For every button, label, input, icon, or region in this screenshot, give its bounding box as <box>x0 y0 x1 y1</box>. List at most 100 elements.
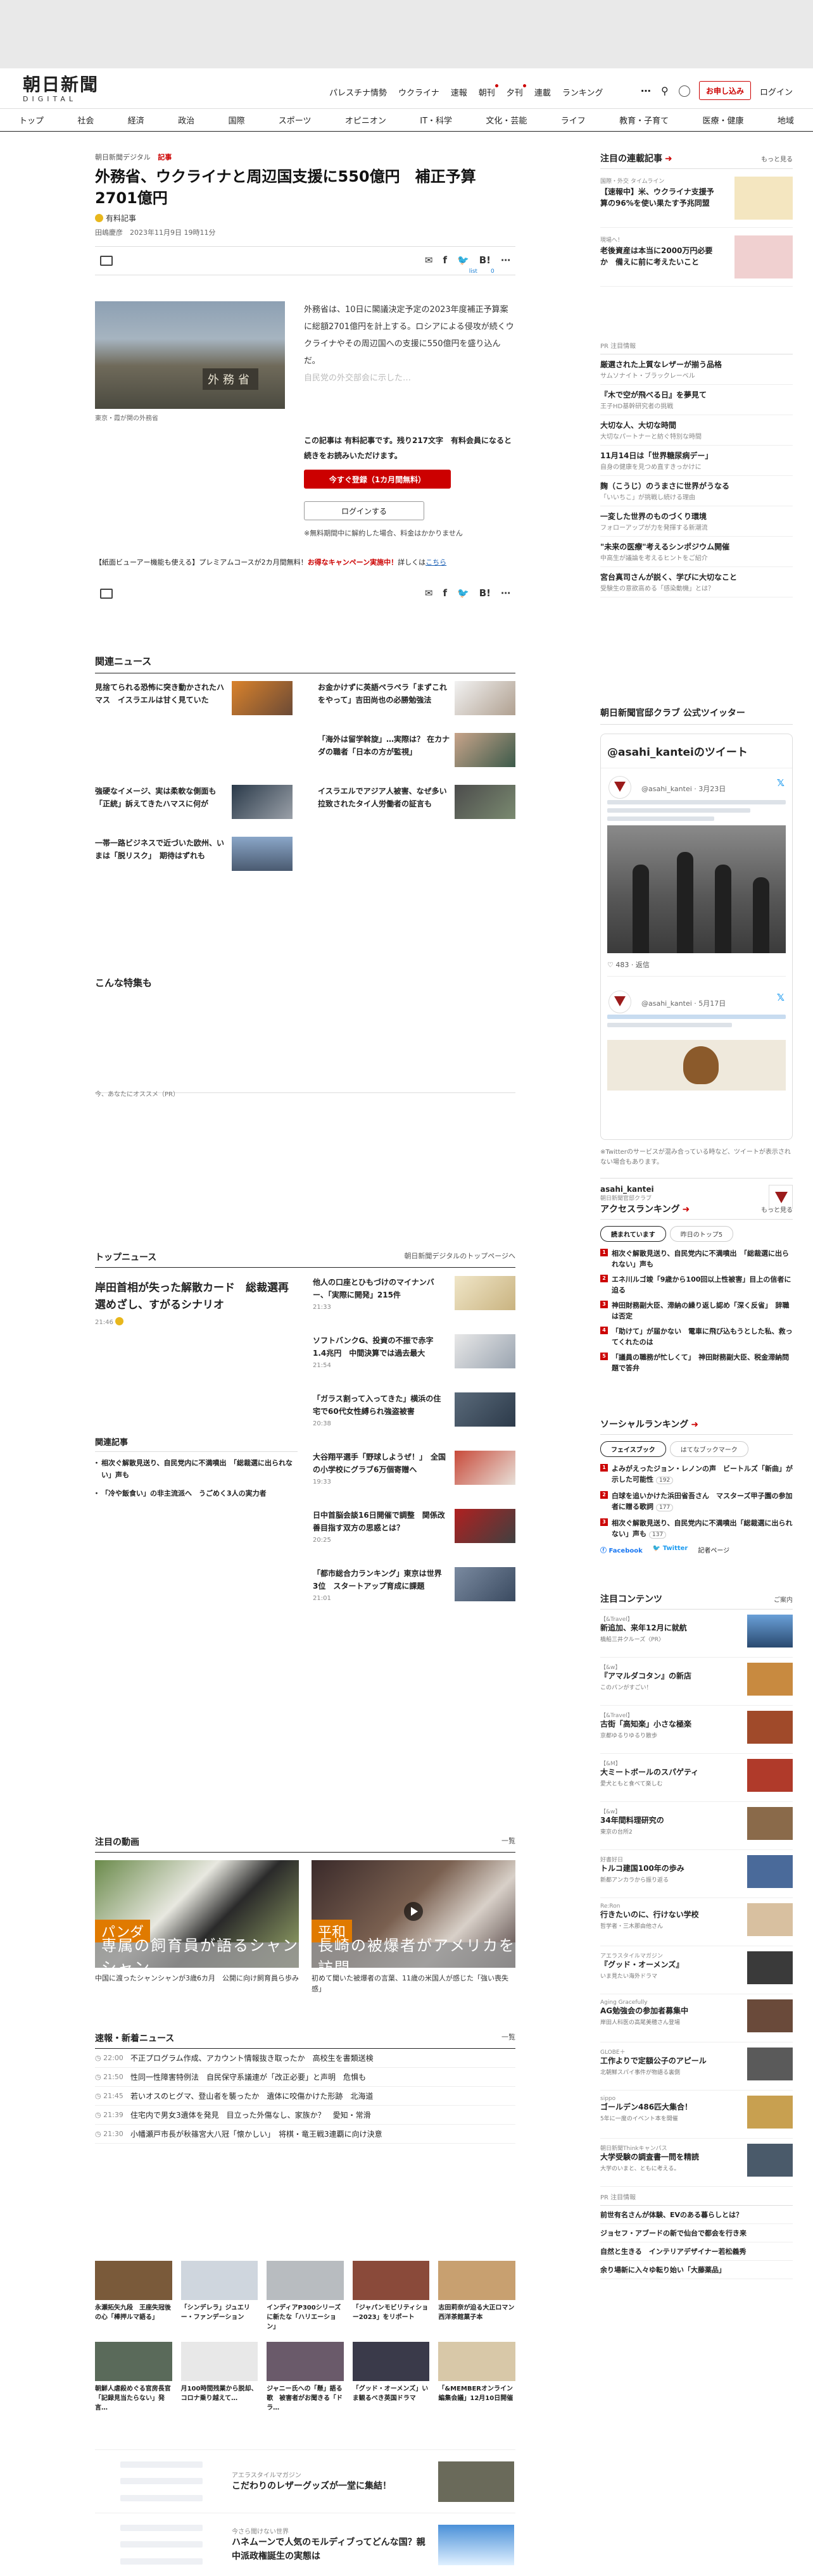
flash-item[interactable]: 22:00不正プログラム作成、アカウント情報抜き取ったか 高校生を書類送検 <box>95 2049 515 2068</box>
top-page-link[interactable]: 朝日新聞デジタルのトップページへ <box>404 1251 515 1263</box>
content-item[interactable]: 【&w】 『アマルダコタン』の新店 このパンがすごい！ <box>600 1658 793 1706</box>
article-photo[interactable]: 外務省 <box>95 301 285 409</box>
top-news-item[interactable]: ソフトバンクG、投資の不振で赤字1.4兆円 中間決算では過去最大 21:54 <box>313 1334 515 1392</box>
cat-life[interactable]: ライフ <box>561 114 586 126</box>
tweet[interactable]: @asahi_kantei · 5月17日 𝕏 <box>601 983 792 1097</box>
pr-item[interactable]: 大切な人、大切な時間 大切なパートナーと紡ぐ特別な時間 <box>600 415 793 446</box>
content-item[interactable]: Re:Ron 行きたいのに、行けない学校 哲学者・三木那由他さん <box>600 1898 793 1946</box>
mail-icon[interactable]: ✉ <box>425 254 433 266</box>
content-item[interactable]: 【&M】 大ミートボールのスパゲティ 愛犬ともと食べて楽しむ <box>600 1754 793 1802</box>
flash-item[interactable]: 21:39住宅内で男女3遺体を発見 目立った外傷なし、家族か？ 愛知・常滑 <box>95 2106 515 2125</box>
top-news-item[interactable]: 「ガラス割って入ってきた」横浜の住宅で60代女性縛られ強盗被害 20:38 <box>313 1392 515 1451</box>
promo-link[interactable]: こちら <box>425 558 446 566</box>
related-item[interactable] <box>95 733 293 785</box>
flash-item[interactable]: 21:30小幡瀬戸市長が秋篠宮大八冠「懐かしい」 将棋・竜王戦3連覇に向け決意 <box>95 2125 515 2144</box>
pr-item[interactable]: 麹（こうじ）のうまさに世界がうなる 「いいちこ」が挑戦し続ける理由 <box>600 476 793 506</box>
twitter-link[interactable]: 🐦 Twitter <box>653 1545 688 1554</box>
content-item[interactable]: GLOBE＋ 工作よりで定額公子のアピール 北朝鮮スパイ事件が物語る裏側 <box>600 2042 793 2091</box>
facebook-icon[interactable]: f <box>443 587 448 599</box>
avatar[interactable] <box>608 776 631 799</box>
pr-item[interactable]: 11月14日は「世界糖尿病デー」 自身の健康を見つめ直すきっかけに <box>600 446 793 476</box>
reporter-page-link[interactable]: 記者ページ <box>698 1545 729 1554</box>
pr-item[interactable]: 厳選された上質なレザーが揃う品格 サムソナイト・ブラックレーベル <box>600 354 793 385</box>
promo-card[interactable]: 「グッド・オーメンズ」いま観るべき英国ドラマ <box>352 2342 430 2413</box>
twitter-icon[interactable]: 🐦 list <box>457 254 477 275</box>
tweet[interactable]: @asahi_kantei · 3月23日 𝕏 ♡ 483 · 返信 <box>601 768 792 983</box>
tab-most-read[interactable]: 読まれています <box>600 1226 666 1242</box>
cat-economy[interactable]: 経済 <box>128 114 144 126</box>
cat-education[interactable]: 教育・子育て <box>619 114 669 126</box>
play-icon[interactable] <box>404 1902 423 1921</box>
heart-icon[interactable]: ♡ <box>607 961 614 969</box>
related-item[interactable]: 強硬なイメージ、実は柔軟な側面も 「正統」訴えてきたハマスに何が <box>95 785 293 837</box>
top-news-item[interactable]: 大谷翔平選手「野球しようぜ！」 全国の小学校にグラブ6万個寄贈へ 19:33 <box>313 1451 515 1509</box>
cat-politics[interactable]: 政治 <box>178 114 194 126</box>
ranking-item[interactable]: 4 「助けて」が届かない 電車に飛び込もうとした私、救ってくれたのは <box>600 1326 793 1347</box>
pr-item[interactable]: 一変した世界のものづくり環境 フォローアップが力を発揮する新潮流 <box>600 506 793 537</box>
nav-ukraine[interactable]: ウクライナ <box>398 86 439 98</box>
breadcrumb-section[interactable]: 記事 <box>158 153 172 161</box>
content-item[interactable]: アエラスタイルマガジン 『グッド・オーメンズ』 いま見たい海外ドラマ <box>600 1946 793 1994</box>
ranking-item[interactable]: 3 神田財務副大臣、滞納の繰り返し認め「深く反省」 辞職は否定 <box>600 1300 793 1322</box>
x-logo-icon[interactable]: 𝕏 <box>777 777 785 789</box>
nav-morning[interactable]: 朝刊 <box>479 84 498 98</box>
content-item[interactable]: 【&Travel】 古街「高知楽」小さな極楽 京都ゆるりゆるり散歩 <box>600 1706 793 1754</box>
related-item[interactable]: 見捨てられる恐怖に突き動かされたハマス イスラエルは甘く見ていた <box>95 681 293 733</box>
cat-international[interactable]: 国際 <box>228 114 244 126</box>
x-logo-icon[interactable]: 𝕏 <box>777 992 785 1003</box>
nav-breaking[interactable]: 速報 <box>451 86 467 98</box>
featured-more[interactable]: もっと見る <box>761 154 793 163</box>
tab-facebook[interactable]: フェイスブック <box>600 1441 666 1457</box>
magazine-row[interactable]: アエラスタイルマガジン こだわりのレザーグッズが一堂に集結！ <box>95 2449 515 2513</box>
nav-evening[interactable]: 夕刊 <box>507 84 526 98</box>
cat-top[interactable]: トップ <box>19 114 44 126</box>
pr-item[interactable]: 宮台真司さんが説く、学びに大切なこと 受験生の意欲高める「感染動機」とは？ <box>600 567 793 597</box>
hatena-icon[interactable]: B! 0 <box>479 254 495 275</box>
cat-society[interactable]: 社会 <box>77 114 94 126</box>
content-item[interactable]: Aging Gracefully AG勉強会の参加者募集中 岸田人科医の高尾美穂さん… <box>600 1994 793 2042</box>
related-item[interactable]: イスラエルでアジア人被害、なぜ多い 拉致されたタイ人労働者の証言も <box>318 785 515 837</box>
top-news-item[interactable]: 他人の口座とひもづけのマイナンバー、「実際に開発」215件 21:33 <box>313 1276 515 1334</box>
pr-link[interactable]: 余り場新に入々ゆ転り始い「大藤薬品」 <box>600 2261 793 2279</box>
magazine-row[interactable]: 今さら聞けない世界 ハネムーンで人気のモルディブってどんな国？親中派政権誕生の実態… <box>95 2513 515 2576</box>
breadcrumb-home[interactable]: 朝日新聞デジタル <box>95 153 151 161</box>
more-icon[interactable]: ⋯ <box>641 85 651 97</box>
social-item[interactable]: 2 白球を追いかけた浜田省吾さん マスターズ甲子園の参加者に贈る歌詞 177 <box>600 1491 793 1513</box>
nav-palestine[interactable]: パレスチナ情勢 <box>329 86 387 98</box>
pr-link[interactable]: 前世有名さんが体験、EVのある暮らしとは？ <box>600 2206 793 2224</box>
promo-card[interactable]: 「シンデレラ」ジュエリー・ファンデーション <box>180 2261 258 2332</box>
promo-card[interactable]: 月100時間残業から脱却、コロナ乗り越えて… <box>180 2342 258 2413</box>
search-icon[interactable]: ⚲ <box>661 85 669 97</box>
help-icon[interactable] <box>678 85 690 97</box>
cat-region[interactable]: 地域 <box>778 114 794 126</box>
related-link[interactable]: 相次ぐ解散見送り、自民党内に不満噴出 「総裁選に出られない」声も <box>93 1457 298 1481</box>
avatar[interactable] <box>608 991 631 1013</box>
cat-it-science[interactable]: IT・科学 <box>420 114 452 126</box>
login-button[interactable]: ログインする <box>304 501 424 520</box>
promo-card[interactable]: インディアP300シリーズに新たな「ハリエーション」 <box>267 2261 344 2332</box>
social-item[interactable]: 1 よみがえったジョン・レノンの声 ビートルズ「新曲」が示した可能性 192 <box>600 1463 793 1486</box>
facebook-icon[interactable]: f <box>443 254 448 266</box>
tab-hatena[interactable]: はてなブックマーク <box>669 1441 748 1457</box>
flash-item[interactable]: 21:45若いオスのヒグマ、登山者を襲ったか 遺体に咬傷かけた形跡 北海道 <box>95 2087 515 2106</box>
featured-item[interactable]: 国際・外交 タイムライン 【速報中】米、ウクライナ支援予算の96%を使い果たす予兆… <box>600 169 793 228</box>
tweet-image[interactable] <box>607 825 786 953</box>
twitter-embed[interactable]: @asahi_kanteiのツイート @asahi_kantei · 3月23日… <box>600 734 793 1140</box>
related-item[interactable]: 「海外は留学斡旋」…実際は？ 在カナダの職者「日本の方が監視」 <box>318 733 515 785</box>
related-item[interactable]: お金かけずに英語ペラペラ「まずこれをやって」吉田尚也の必勝勉強法 <box>318 681 515 733</box>
access-more[interactable]: もっと見る <box>761 1204 793 1214</box>
pr-item[interactable]: 『木で空が飛べる日』を夢見て 王子HD基幹研究者の挑戦 <box>600 385 793 415</box>
tab-yesterday-top5[interactable]: 昨日のトップ5 <box>669 1226 734 1242</box>
promo-card[interactable]: 永瀬拓矢九段 王座失冠後の心「棒押ルマ語る」 <box>95 2261 172 2332</box>
more-share-icon[interactable]: ⋯ <box>501 587 510 599</box>
twitter-icon[interactable]: 🐦 <box>457 587 469 599</box>
tweet-image[interactable] <box>607 1040 786 1091</box>
cat-opinion[interactable]: オピニオン <box>345 114 386 126</box>
facebook-link[interactable]: ⓕ Facebook <box>600 1545 643 1554</box>
top-news-item[interactable]: 日中首脳会談16日開催で調整 関係改善目指す双方の思惑とは？ 20:25 <box>313 1509 515 1567</box>
cat-health[interactable]: 医療・健康 <box>702 114 743 126</box>
register-button[interactable]: 今すぐ登録（1カ月間無料） <box>304 470 451 489</box>
pr-link[interactable]: ジョセフ・アブードの新で仙台で都会を行き来 <box>600 2224 793 2242</box>
cat-culture[interactable]: 文化・芸能 <box>486 114 527 126</box>
ranking-item[interactable]: 5 「議員の職務が忙しくて」 神田財務副大臣、税金滞納問題で答弁 <box>600 1352 793 1373</box>
